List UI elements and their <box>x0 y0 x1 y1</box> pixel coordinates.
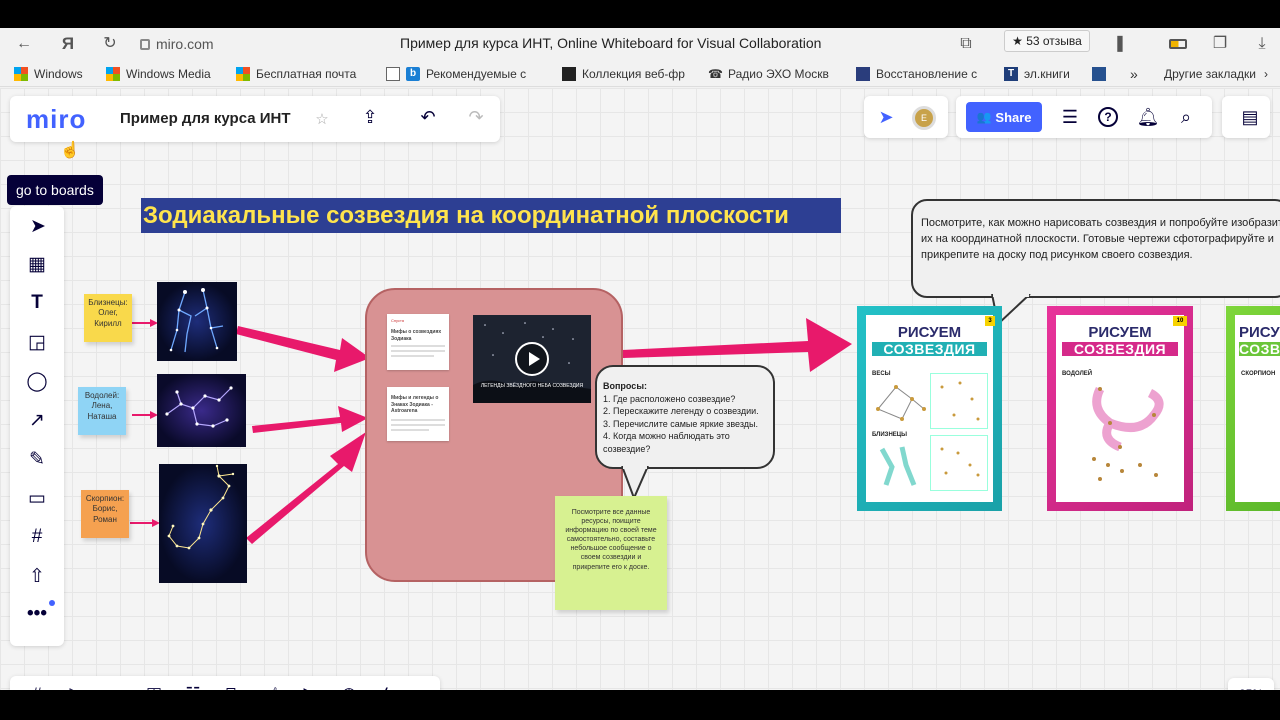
worksheet-scorpio[interactable]: РИСУЕМ СОЗВЕЗДИЯ СКОРПИОН <box>1226 306 1280 511</box>
video-embed[interactable]: ЛЕГЕНДЫ ЗВЁЗДНОГО НЕБА СОЗВЕЗДИЯ <box>473 315 591 403</box>
arrow-frame-to-sheets <box>622 318 852 372</box>
arrow-scorpio-to-frame <box>246 432 366 544</box>
more-bookmarks[interactable]: » <box>1130 65 1146 83</box>
gemini-constellation-image[interactable] <box>157 282 237 361</box>
battery-icon[interactable] <box>1168 34 1188 54</box>
sticky-gemini[interactable]: Близнецы: Олег, Кирилл <box>84 294 132 342</box>
sticky-aquarius[interactable]: Водолей: Лена, Наташа <box>78 387 126 435</box>
bookmark-collection[interactable]: Коллекция веб-фр <box>562 65 696 83</box>
screen: ← Я ↻ miro.com Пример для курса ИНТ, Onl… <box>0 0 1280 720</box>
bubble-tail <box>621 466 649 500</box>
bookmark-mail[interactable]: Бесплатная почта <box>236 65 368 83</box>
sticky-scorpio[interactable]: Скорпион: Борис, Роман <box>81 490 129 538</box>
bookmark-icon[interactable]: ❚ <box>1110 34 1130 54</box>
bookmark-windows-media[interactable]: Windows Media <box>106 65 224 83</box>
resource-card-myths[interactable]: Спустя Мифы о созвездиях Зодиака <box>387 314 449 370</box>
ebooks-icon: T <box>1004 67 1018 81</box>
scorpio-constellation-image[interactable] <box>159 464 247 583</box>
copy-tab-icon[interactable]: ⧉ <box>956 34 976 54</box>
collection-icon <box>562 67 576 81</box>
bing-icon: b <box>406 67 420 81</box>
browser-toolbar: ← Я ↻ miro.com Пример для курса ИНТ, Onl… <box>0 28 1280 60</box>
bookmark-ebooks[interactable]: T эл.книги <box>1004 65 1084 83</box>
resource-card-legends[interactable]: Мифы и легенды о Знаках Зодиака - Astroa… <box>387 387 449 441</box>
windows-icon <box>236 67 250 81</box>
windows-icon <box>14 67 28 81</box>
miro-canvas[interactable]: miro ☝ Пример для курса ИНТ ☆ ⇪ ↶ ↷ go t… <box>0 88 1280 690</box>
instruction-bubble[interactable]: Посмотрите, как можно нарисовать созвезд… <box>911 199 1280 298</box>
address-text: miro.com <box>156 36 214 52</box>
reviews-badge[interactable]: ★ 53 отзыва <box>1004 30 1090 52</box>
bookmark-windows[interactable]: Windows <box>14 65 96 83</box>
worksheet-libra-gemini[interactable]: РИСУЕМ СОЗВЕЗДИЯ ВЕСЫ БЛИЗНЕЦЫ 3 <box>857 306 1002 511</box>
arrow-aquarius-to-frame <box>252 406 368 433</box>
bookmark-recommended[interactable]: b Рекомендуемые с <box>386 65 546 83</box>
back-icon[interactable]: ← <box>14 34 34 54</box>
bookmark-radio[interactable]: ☎ Радио ЭХО Москв <box>708 65 842 83</box>
other-bookmarks[interactable]: Другие закладки <box>1164 65 1264 83</box>
questions-bubble[interactable]: Вопросы: 1. Где расположено созвездие? 2… <box>595 365 775 469</box>
folder-bookmark[interactable] <box>1092 65 1116 83</box>
page-title: Пример для курса ИНТ, Online Whiteboard … <box>400 35 822 51</box>
worksheet-aquarius[interactable]: РИСУЕМ СОЗВЕЗДИЯ ВОДОЛЕЙ 10 <box>1047 306 1193 511</box>
restore-icon <box>856 67 870 81</box>
aquarius-constellation-image[interactable] <box>157 374 246 447</box>
document-icon <box>386 67 400 81</box>
browser-window: ← Я ↻ miro.com Пример для курса ИНТ, Onl… <box>0 28 1280 690</box>
windows-icon <box>106 67 120 81</box>
yandex-icon[interactable]: Я <box>58 34 78 54</box>
bookmark-restore[interactable]: Восстановление с <box>856 65 990 83</box>
download-icon[interactable]: ⤓ <box>1252 34 1272 54</box>
folder-icon <box>1092 67 1106 81</box>
arrow-sticky1 <box>130 319 160 527</box>
arrow-gemini-to-frame <box>236 326 370 372</box>
extensions-icon[interactable]: ❐ <box>1210 34 1230 54</box>
bookmarks-bar: Windows Windows Media Бесплатная почта b… <box>0 61 1280 87</box>
sticky-task[interactable]: Посмотрите все данные ресурсы, поищите и… <box>555 496 667 610</box>
scroll-right-icon[interactable]: › <box>1264 65 1276 83</box>
play-button-icon[interactable] <box>515 342 549 376</box>
radio-icon: ☎ <box>708 67 723 81</box>
lock-icon <box>140 38 150 50</box>
address-bar[interactable]: miro.com <box>140 33 214 55</box>
reload-icon[interactable]: ↻ <box>100 34 120 54</box>
